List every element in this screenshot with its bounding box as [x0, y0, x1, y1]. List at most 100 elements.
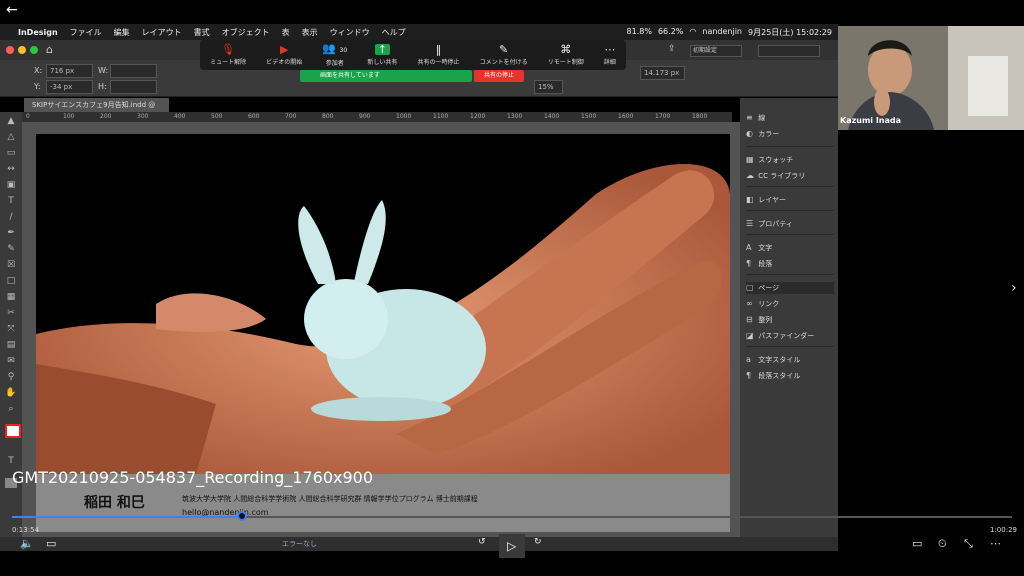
menu-edit[interactable]: 編集	[114, 27, 130, 38]
share-icon[interactable]: ⇪	[668, 44, 676, 54]
play-button[interactable]: ▷	[499, 534, 525, 558]
panel-item[interactable]: ☰ プロパティ	[746, 218, 834, 230]
close-window-icon[interactable]	[6, 46, 14, 54]
rewind-10-icon[interactable]: ↺	[478, 537, 486, 547]
stop-share-button[interactable]: 共有の停止	[474, 70, 524, 82]
gap-tool-icon[interactable]: ↔	[5, 164, 17, 174]
pencil-tool-icon[interactable]: ✎	[5, 244, 17, 254]
rectangle-frame-tool-icon[interactable]: ☒	[5, 260, 17, 270]
menu-table[interactable]: 表	[282, 27, 290, 38]
menu-app[interactable]: InDesign	[18, 28, 58, 37]
participants-button[interactable]: 👥 30 参加者	[322, 43, 347, 67]
panel-item-label: 文字スタイル	[756, 356, 801, 364]
panel-item[interactable]: ◐ カラー	[746, 128, 834, 140]
panel-item[interactable]: ⊟ 整列	[746, 314, 834, 326]
panel-item[interactable]: ◪ パスファインダー	[746, 330, 834, 342]
line-tool-icon[interactable]: /	[5, 212, 17, 222]
mute-button[interactable]: 🎙 ミュート解除	[210, 44, 246, 66]
ruler-tick: 1800	[692, 113, 708, 120]
char-styles-icon: a	[746, 355, 751, 364]
ruler-tick: 900	[359, 113, 371, 120]
menu-object[interactable]: オブジェクト	[222, 27, 270, 38]
h-field[interactable]	[110, 80, 157, 94]
panel-item-label: リンク	[756, 300, 780, 308]
x-field[interactable]: 716 px	[46, 64, 93, 78]
back-arrow-icon[interactable]: ←	[6, 2, 18, 18]
seek-bar-progress	[12, 516, 242, 518]
note-tool-icon[interactable]: ✉	[5, 356, 17, 366]
document-tab[interactable]: SKIPサイエンスカフェ9月告知.indd @ 35%	[24, 98, 169, 123]
seek-thumb[interactable]	[237, 511, 247, 521]
panel-item[interactable]: ▦ スウォッチ	[746, 154, 834, 166]
panel-item[interactable]: a 文字スタイル	[746, 354, 834, 366]
menu-view[interactable]: 表示	[302, 27, 318, 38]
mini-view-icon[interactable]: ▭	[912, 537, 922, 550]
volume-icon[interactable]: 🔈	[20, 537, 34, 550]
eyedropper-tool-icon[interactable]: ⚲	[5, 372, 17, 382]
home-icon[interactable]: ⌂	[46, 43, 53, 56]
presenter-name: 稲田 和巳	[84, 495, 145, 511]
more-options-icon[interactable]: ⋯	[990, 537, 1001, 550]
zoom-tool-icon[interactable]: ⌕	[5, 404, 17, 414]
menu-window[interactable]: ウィンドウ	[330, 27, 370, 38]
properties-icon: ☰	[746, 219, 754, 228]
selection-tool-icon[interactable]: ▲	[5, 116, 17, 126]
minimize-window-icon[interactable]	[18, 46, 26, 54]
remote-control-button[interactable]: ⌘ リモート制御	[548, 44, 584, 66]
panel-item[interactable]: ¶ 段落スタイル	[746, 370, 834, 382]
page-tool-icon[interactable]: ▭	[5, 148, 17, 158]
pause-share-icon: ‖	[435, 43, 442, 56]
h-label: H:	[98, 82, 107, 91]
content-collector-icon[interactable]: ▣	[5, 180, 17, 190]
screen-sharing-banner: 画面を共有しています	[300, 70, 472, 82]
gradient-tool-icon[interactable]: ▤	[5, 340, 17, 350]
panel-item[interactable]: ◧ レイヤー	[746, 194, 834, 206]
free-transform-tool-icon[interactable]: ⤧	[5, 324, 17, 334]
participant-video[interactable]	[838, 26, 1024, 130]
adobe-stock-search[interactable]	[758, 45, 820, 57]
panel-item-label: 文字	[756, 244, 773, 252]
pen-tool-icon[interactable]: ✒	[5, 228, 17, 238]
menu-file[interactable]: ファイル	[70, 27, 102, 38]
ruler-tick: 1500	[581, 113, 597, 120]
type-tool-icon[interactable]: T	[5, 196, 17, 206]
format-text-icon[interactable]: T	[5, 456, 17, 466]
menu-help[interactable]: ヘルプ	[382, 27, 406, 38]
w-field[interactable]	[110, 64, 157, 78]
more-button[interactable]: ⋯ 詳細	[604, 44, 616, 66]
scissors-tool-icon[interactable]: ✂	[5, 308, 17, 318]
direct-selection-tool-icon[interactable]: △	[5, 132, 17, 142]
y-field[interactable]: -34 px	[46, 80, 93, 94]
table-tool-icon[interactable]: ▦	[5, 292, 17, 302]
panel-item[interactable]: ∞ リンク	[746, 298, 834, 310]
captions-icon[interactable]: ▭	[46, 537, 56, 550]
stroke-weight-field[interactable]: 14.173 px	[640, 66, 685, 80]
zoom-window-icon[interactable]	[30, 46, 38, 54]
annotate-button[interactable]: ✎ コメントを付ける	[480, 44, 528, 66]
zoom-meeting-toolbar: 🎙 ミュート解除 ▶ ビデオの開始 👥 30 参加者 ↑ 新しい共有 ‖ 共有の一時停止 …	[200, 40, 626, 70]
video-off-icon: ▶	[279, 43, 289, 56]
pause-share-button[interactable]: ‖ 共有の一時停止	[417, 44, 459, 66]
rectangle-tool-icon[interactable]: □	[5, 276, 17, 286]
panel-item[interactable]: A 文字	[746, 242, 834, 254]
preflight-status[interactable]: エラーなし	[282, 539, 317, 549]
exit-fullscreen-icon[interactable]: ⤡	[964, 537, 973, 551]
forward-30-icon[interactable]: ↻	[534, 537, 542, 547]
panel-item[interactable]: ▢ ページ	[746, 282, 834, 294]
zoom-field[interactable]: 15%	[534, 80, 563, 94]
playback-speed-icon[interactable]: ⏲	[938, 537, 947, 551]
fill-stroke-swatch-icon[interactable]	[5, 424, 21, 438]
hand-tool-icon[interactable]: ✋	[5, 388, 17, 398]
user-name[interactable]: nandenjin	[702, 27, 742, 38]
current-time: 0:13:54	[12, 526, 39, 534]
chevron-right-icon[interactable]: ›	[1011, 280, 1017, 296]
panel-item[interactable]: ≡ 線	[746, 112, 834, 124]
menu-layout[interactable]: レイアウト	[142, 27, 182, 38]
wifi-icon[interactable]: ◠	[689, 27, 696, 38]
workspace-select[interactable]: 初期設定	[690, 45, 742, 57]
menu-type[interactable]: 書式	[194, 27, 210, 38]
new-share-button[interactable]: ↑ 新しい共有	[367, 44, 397, 66]
start-video-button[interactable]: ▶ ビデオの開始	[266, 44, 302, 66]
panel-item[interactable]: ¶ 段落	[746, 258, 834, 270]
panel-item[interactable]: ☁ CC ライブラリ	[746, 170, 834, 182]
